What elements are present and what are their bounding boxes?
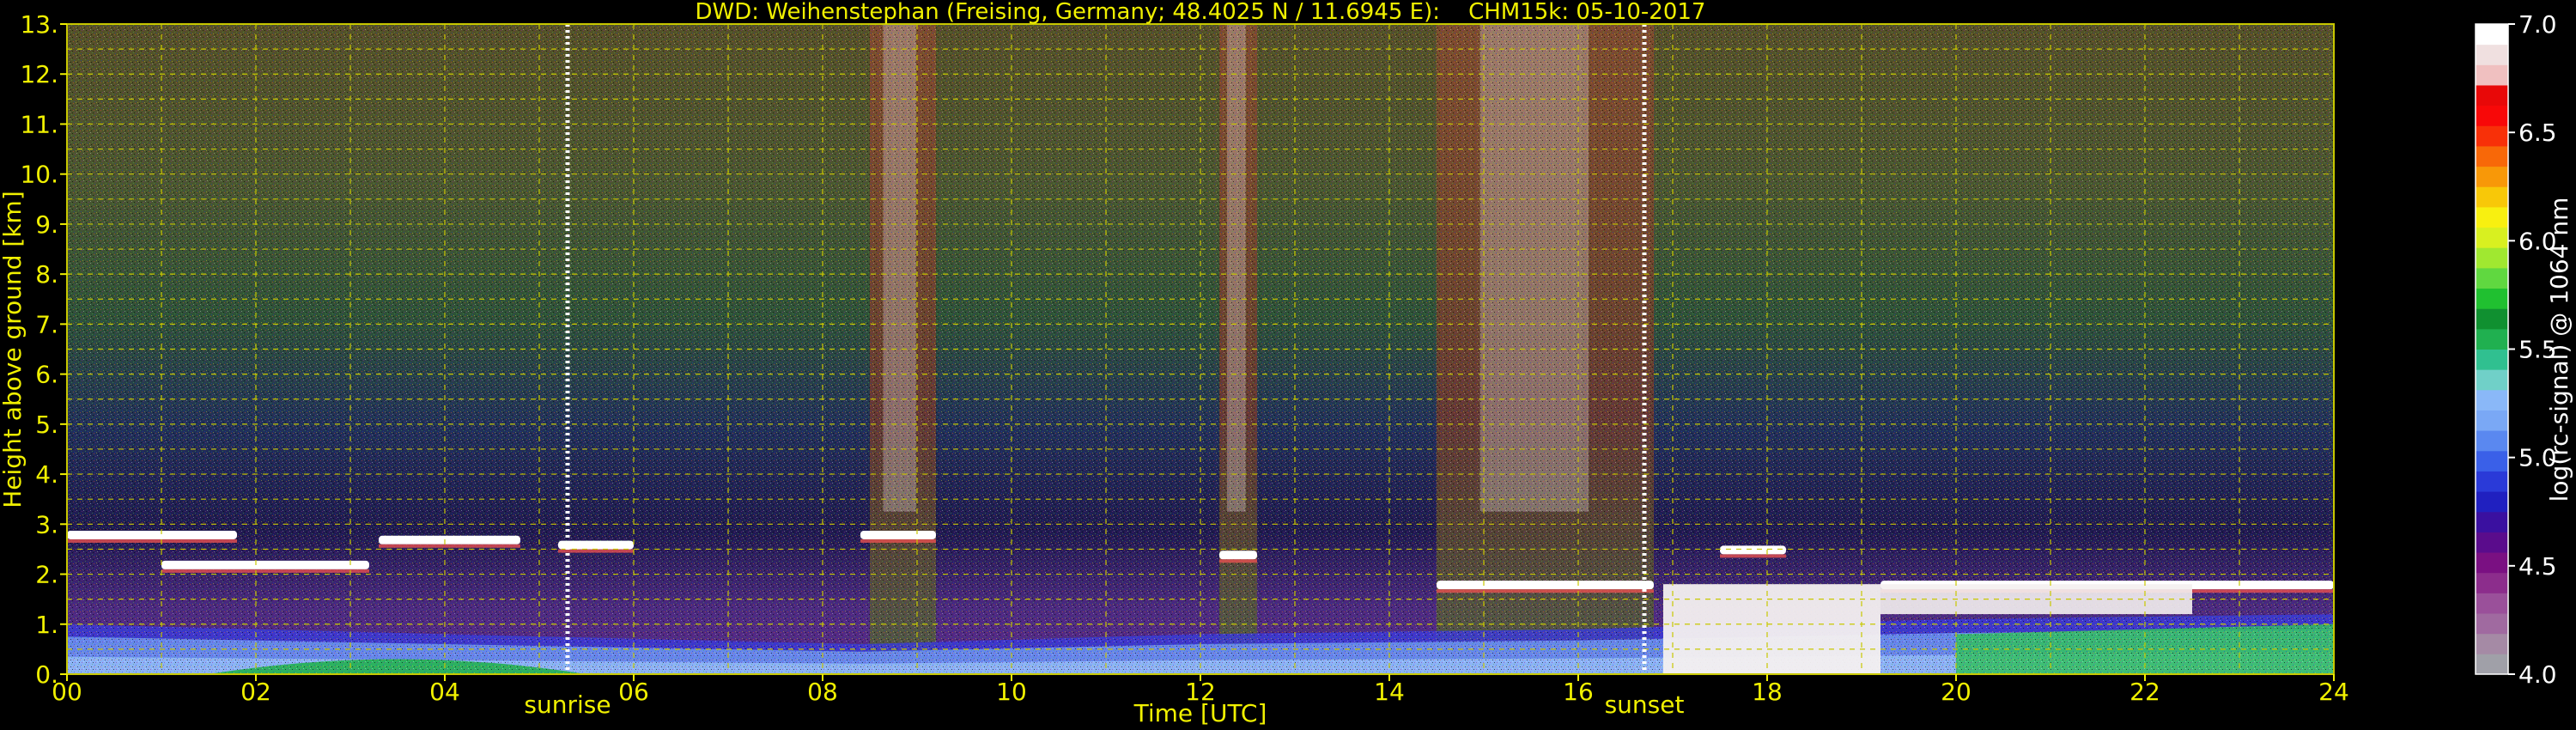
x-tick-label: 02	[240, 678, 271, 706]
x-tick-label: 16	[1563, 678, 1594, 706]
colorbar-segment	[2476, 84, 2508, 106]
colorbar-segment	[2476, 24, 2508, 46]
colorbar-segment	[2476, 44, 2508, 65]
colorbar-segment	[2476, 471, 2508, 492]
x-tick-label: 18	[1752, 678, 1783, 706]
colorbar-segment	[2476, 572, 2508, 593]
x-tick-label: 10	[996, 678, 1027, 706]
colorbar-segment	[2476, 430, 2508, 452]
x-tick-label: 14	[1374, 678, 1405, 706]
chart-title: DWD: Weihenstephan (Freising, Germany; 4…	[696, 0, 1706, 25]
colorbar-segment	[2476, 613, 2508, 635]
colorbar-segment	[2476, 654, 2508, 675]
cloud-layer-edge	[1720, 554, 1786, 558]
colorbar-tick-label: 6.5	[2518, 119, 2557, 147]
cloud-layer	[1219, 551, 1257, 560]
colorbar-segment	[2476, 288, 2508, 309]
y-tick-label: 10.	[20, 161, 58, 189]
colorbar-segment	[2476, 633, 2508, 654]
low-cloud-block	[1663, 584, 1880, 674]
colorbar-tick-label: 4.0	[2518, 660, 2557, 689]
colorbar-segment	[2476, 552, 2508, 574]
cloud-layer-edge	[558, 549, 634, 553]
colorbar-segment	[2476, 593, 2508, 614]
cloud-layer	[1720, 545, 1786, 555]
y-tick-label: 9.	[35, 210, 58, 239]
colorbar-segment	[2476, 186, 2508, 208]
colorbar-segment	[2476, 206, 2508, 228]
cloud-layer	[860, 530, 936, 539]
cloud-layer-edge	[379, 544, 520, 548]
colorbar-segment	[2476, 389, 2508, 411]
cloud-layer	[161, 560, 369, 569]
y-tick-label: 2.	[35, 561, 58, 589]
colorbar-segment	[2476, 349, 2508, 370]
colorbar-segment	[2476, 308, 2508, 330]
y-tick-label: 4.	[35, 460, 58, 489]
colorbar-segment	[2476, 328, 2508, 350]
colorbar-segment	[2476, 491, 2508, 513]
x-tick-label: 20	[1941, 678, 1971, 706]
y-tick-label: 13.	[20, 10, 58, 39]
cloud-layer-edge	[860, 538, 936, 543]
x-tick-label: 04	[429, 678, 460, 706]
cloud-layer-edge	[1437, 589, 1654, 593]
colorbar-label: log(rc-signal) @ 1064 nm	[2545, 198, 2573, 502]
colorbar-tick-label: 4.5	[2518, 552, 2557, 581]
ceilometer-figure: 00 02 04 06 08 10 12 14 16 18 20 22 240.1.2.3.4.5.6.…	[0, 0, 2573, 727]
colorbar-segment	[2476, 450, 2508, 471]
colorbar-segment	[2476, 145, 2508, 167]
colorbar-segment	[2476, 64, 2508, 86]
colorbar-segment	[2476, 511, 2508, 532]
x-tick-label: 06	[618, 678, 649, 706]
y-tick-label: 6.	[35, 361, 58, 389]
sunrise-label: sunrise	[524, 690, 611, 719]
colorbar-segment	[2476, 410, 2508, 431]
cloud-layer-edge	[1219, 559, 1257, 563]
cloud-layer-edge	[161, 569, 369, 573]
x-tick-label: 22	[2129, 678, 2160, 706]
y-tick-label: 3.	[35, 510, 58, 538]
colorbar-tick-label: 7.0	[2518, 10, 2557, 39]
colorbar-segment	[2476, 267, 2508, 289]
y-tick-label: 8.	[35, 260, 58, 289]
cloud-layer	[379, 535, 520, 544]
y-axis-label: Height above ground [km]	[0, 191, 27, 508]
y-tick-label: 5.	[35, 411, 58, 439]
sunset-label: sunset	[1605, 690, 1685, 719]
cloud-layer	[1437, 581, 1654, 590]
colorbar-segment	[2476, 369, 2508, 391]
cloud-layer	[67, 530, 237, 539]
colorbar-segment	[2476, 166, 2508, 187]
x-tick-label: 08	[807, 678, 838, 706]
plot-area	[66, 23, 2335, 675]
colorbar-segment	[2476, 532, 2508, 553]
y-tick-label: 11.	[20, 110, 58, 138]
colorbar-segment	[2476, 227, 2508, 248]
y-tick-label: 1.	[35, 611, 58, 639]
y-tick-label: 0.	[35, 660, 58, 689]
colorbar-segment	[2476, 125, 2508, 147]
x-tick-label: 24	[2318, 678, 2349, 706]
y-tick-label: 12.	[20, 60, 58, 88]
colorbar-segment	[2476, 105, 2508, 126]
colorbar-segment	[2476, 247, 2508, 269]
y-tick-label: 7.	[35, 310, 58, 338]
x-axis-label: Time [UTC]	[1133, 699, 1267, 727]
cloud-layer-edge	[67, 538, 237, 543]
